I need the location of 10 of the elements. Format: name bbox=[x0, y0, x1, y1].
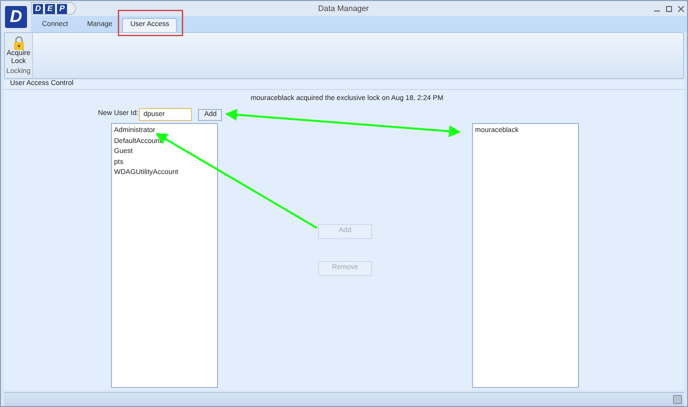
app-logo[interactable]: D bbox=[5, 6, 27, 28]
close-icon[interactable] bbox=[678, 6, 684, 12]
highlight-box bbox=[118, 10, 184, 36]
quick-access-button[interactable]: E bbox=[45, 4, 55, 14]
quick-access-button[interactable]: P bbox=[57, 4, 67, 14]
quick-access-button[interactable]: D bbox=[33, 4, 43, 14]
restore-icon[interactable] bbox=[666, 6, 672, 12]
resize-grip-icon[interactable] bbox=[673, 395, 682, 404]
window-title: Data Manager bbox=[317, 2, 370, 14]
padlock-icon bbox=[12, 36, 24, 50]
